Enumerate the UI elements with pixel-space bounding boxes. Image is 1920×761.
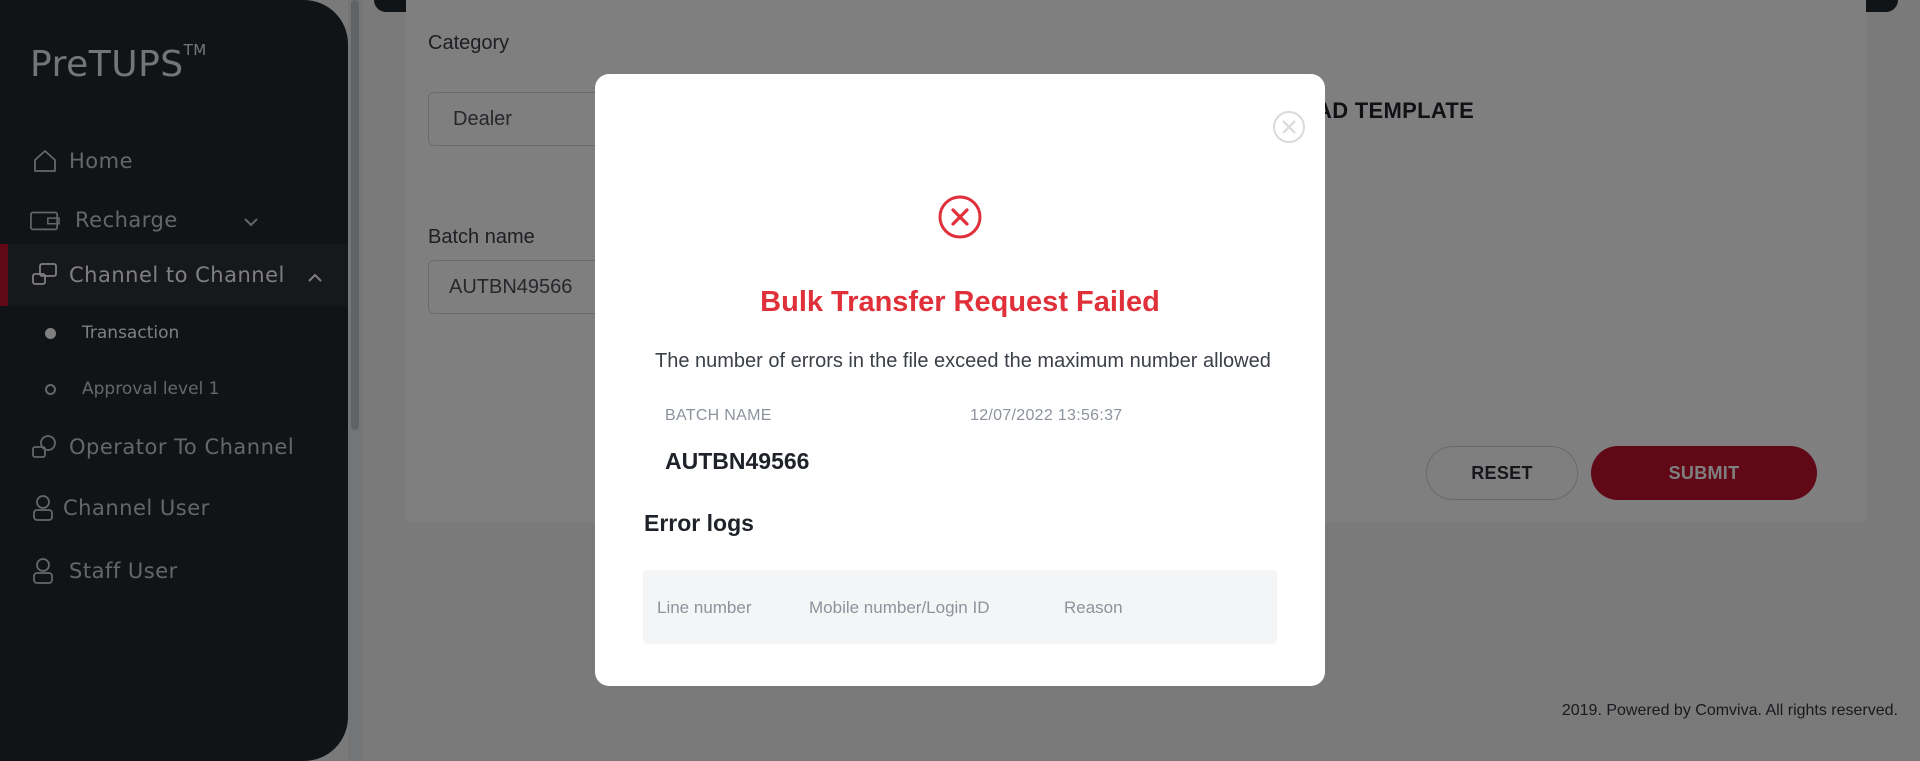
dialog-title: Bulk Transfer Request Failed bbox=[760, 286, 1160, 318]
batch-name-meta-label: BATCH NAME bbox=[665, 407, 772, 424]
column-header-mobile-login-id: Mobile number/Login ID bbox=[809, 598, 990, 617]
error-logs-title: Error logs bbox=[644, 510, 754, 536]
error-dialog: Bulk Transfer Request Failed The number … bbox=[595, 74, 1325, 686]
timestamp-text: 12/07/2022 13:56:37 bbox=[970, 407, 1123, 424]
error-circle-icon bbox=[937, 194, 983, 240]
column-header-line-number: Line number bbox=[657, 598, 752, 617]
batch-name-value: AUTBN49566 bbox=[665, 448, 810, 474]
close-icon[interactable] bbox=[1272, 110, 1306, 144]
error-logs-table-header: Line number Mobile number/Login ID Reaso… bbox=[643, 570, 1277, 644]
column-header-reason: Reason bbox=[1064, 598, 1123, 617]
dialog-message: The number of errors in the file exceed … bbox=[655, 350, 1271, 372]
